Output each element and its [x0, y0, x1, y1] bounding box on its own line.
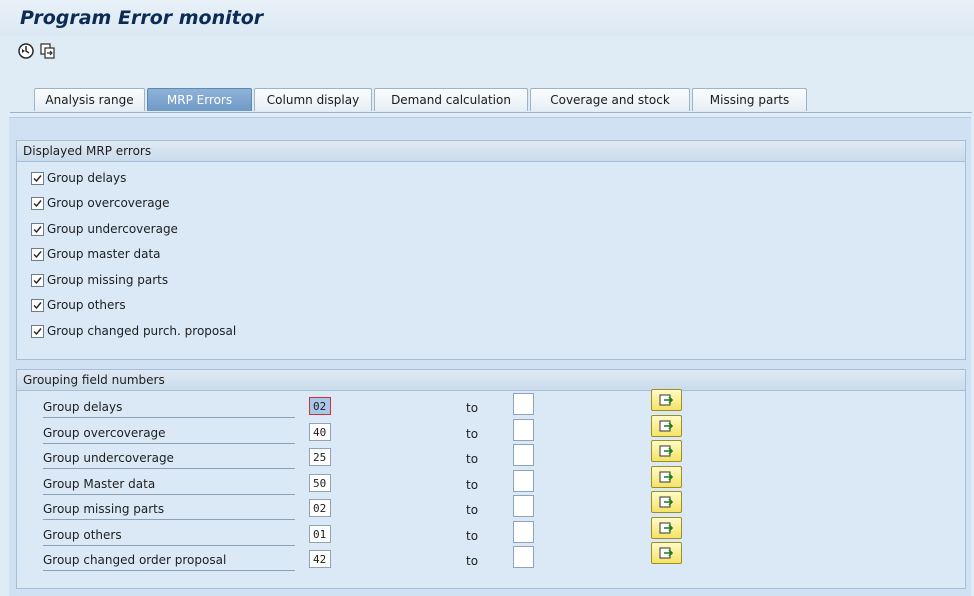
checkbox-group-changed-purch-proposal[interactable]: Group changed purch. proposal — [31, 322, 236, 340]
to-field-input[interactable] — [513, 444, 534, 466]
displayed-mrp-errors-group: Displayed MRP errors Group delays Group … — [16, 140, 966, 360]
tab-demand-calculation[interactable]: Demand calculation — [374, 88, 528, 111]
multiple-selection-button[interactable] — [651, 542, 682, 564]
to-field-input[interactable] — [513, 521, 534, 543]
group-header: Displayed MRP errors — [17, 141, 965, 162]
multiple-selection-button[interactable] — [651, 389, 682, 411]
tab-mrp-errors[interactable]: MRP Errors — [147, 88, 252, 111]
multiple-selection-button[interactable] — [651, 415, 682, 437]
tab-divider — [10, 112, 972, 113]
tab-column-display[interactable]: Column display — [254, 88, 372, 111]
checkbox-label: Group undercoverage — [47, 222, 178, 236]
checkbox[interactable] — [31, 298, 44, 312]
grouping-row-group-missing-parts: Group missing parts 02 to — [35, 491, 974, 523]
from-field-input[interactable]: 01 — [309, 525, 331, 543]
field-label: Group missing parts — [43, 499, 295, 520]
to-label: to — [466, 478, 479, 492]
checkbox[interactable] — [31, 273, 44, 287]
multiple-selection-button[interactable] — [651, 466, 682, 488]
from-field-input[interactable]: 42 — [309, 550, 331, 568]
checkbox-group-delays[interactable]: Group delays — [31, 169, 126, 187]
checkbox-label: Group overcoverage — [47, 196, 170, 210]
page-title: Program Error monitor — [20, 7, 264, 29]
grouping-row-group-overcoverage: Group overcoverage 40 to — [35, 415, 974, 447]
checkbox-group-overcoverage[interactable]: Group overcoverage — [31, 194, 170, 212]
tab-label: Analysis range — [45, 93, 134, 107]
multiple-selection-button[interactable] — [651, 517, 682, 539]
title-bar: Program Error monitor — [0, 0, 974, 36]
checkbox[interactable] — [31, 171, 44, 185]
tab-label: Column display — [266, 93, 360, 107]
checkbox-label: Group others — [47, 298, 126, 312]
grouping-row-group-delays: Group delays 02 to — [35, 389, 974, 421]
from-field-input[interactable]: 02 — [309, 397, 331, 415]
group-header: Grouping field numbers — [17, 370, 965, 391]
from-field-input[interactable]: 50 — [309, 474, 331, 492]
tab-missing-parts[interactable]: Missing parts — [692, 88, 807, 111]
checkbox-group-master-data[interactable]: Group master data — [31, 245, 161, 263]
field-label: Group delays — [43, 397, 295, 418]
checkbox-label: Group missing parts — [47, 273, 169, 287]
checkbox[interactable] — [31, 324, 44, 338]
checkbox-label: Group changed purch. proposal — [47, 324, 237, 338]
checkbox-label: Group master data — [47, 247, 161, 261]
arrow-right-icon — [659, 496, 674, 508]
field-label: Group overcoverage — [43, 423, 295, 444]
checkbox-group-undercoverage[interactable]: Group undercoverage — [31, 220, 178, 238]
multiple-selection-button[interactable] — [651, 491, 682, 513]
from-field-input[interactable]: 02 — [309, 499, 331, 517]
tab-label: Coverage and stock — [550, 93, 670, 107]
field-label: Group Master data — [43, 474, 295, 495]
to-label: to — [466, 401, 479, 415]
arrow-right-icon — [659, 394, 674, 406]
multiple-selection-button[interactable] — [651, 440, 682, 462]
arrow-right-icon — [659, 547, 674, 559]
checkbox[interactable] — [31, 222, 44, 236]
tab-content-pane: Displayed MRP errors Group delays Group … — [9, 117, 971, 596]
from-field-input[interactable]: 25 — [309, 448, 331, 466]
to-label: to — [466, 427, 479, 441]
checkbox-group-missing-parts[interactable]: Group missing parts — [31, 271, 168, 289]
to-field-input[interactable] — [513, 393, 534, 415]
tab-strip: Analysis range MRP Errors Column display… — [0, 88, 974, 113]
to-label: to — [466, 554, 479, 568]
checkbox[interactable] — [31, 247, 44, 261]
arrow-right-icon — [659, 471, 674, 483]
to-label: to — [466, 452, 479, 466]
from-field-input[interactable]: 40 — [309, 423, 331, 441]
tab-label: Missing parts — [709, 93, 790, 107]
field-label: Group changed order proposal — [43, 550, 295, 571]
grouping-row-group-changed-order-proposal: Group changed order proposal 42 to — [35, 542, 974, 574]
checkbox-label: Group delays — [47, 171, 127, 185]
application-toolbar — [0, 37, 974, 67]
grouping-row-group-others: Group others 01 to — [35, 517, 974, 549]
arrow-right-icon — [659, 420, 674, 432]
grouping-row-group-master-data: Group Master data 50 to — [35, 466, 974, 498]
field-label: Group undercoverage — [43, 448, 295, 469]
execute-clock-icon[interactable] — [17, 42, 35, 60]
to-field-input[interactable] — [513, 470, 534, 492]
tab-label: MRP Errors — [166, 93, 233, 107]
grouping-row-group-undercoverage: Group undercoverage 25 to — [35, 440, 974, 472]
checkbox-group-others[interactable]: Group others — [31, 296, 126, 314]
arrow-right-icon — [659, 522, 674, 534]
checkbox[interactable] — [31, 196, 44, 210]
grouping-field-numbers-group: Grouping field numbers Group delays 02 t… — [16, 369, 966, 589]
tab-label: Demand calculation — [391, 93, 511, 107]
tab-analysis-range[interactable]: Analysis range — [34, 88, 145, 111]
to-field-input[interactable] — [513, 495, 534, 517]
arrow-right-icon — [659, 445, 674, 457]
to-label: to — [466, 529, 479, 543]
to-field-input[interactable] — [513, 419, 534, 441]
to-field-input[interactable] — [513, 546, 534, 568]
to-label: to — [466, 503, 479, 517]
tab-coverage-and-stock[interactable]: Coverage and stock — [530, 88, 690, 111]
field-label: Group others — [43, 525, 295, 546]
multiple-selection-icon[interactable] — [39, 42, 57, 60]
